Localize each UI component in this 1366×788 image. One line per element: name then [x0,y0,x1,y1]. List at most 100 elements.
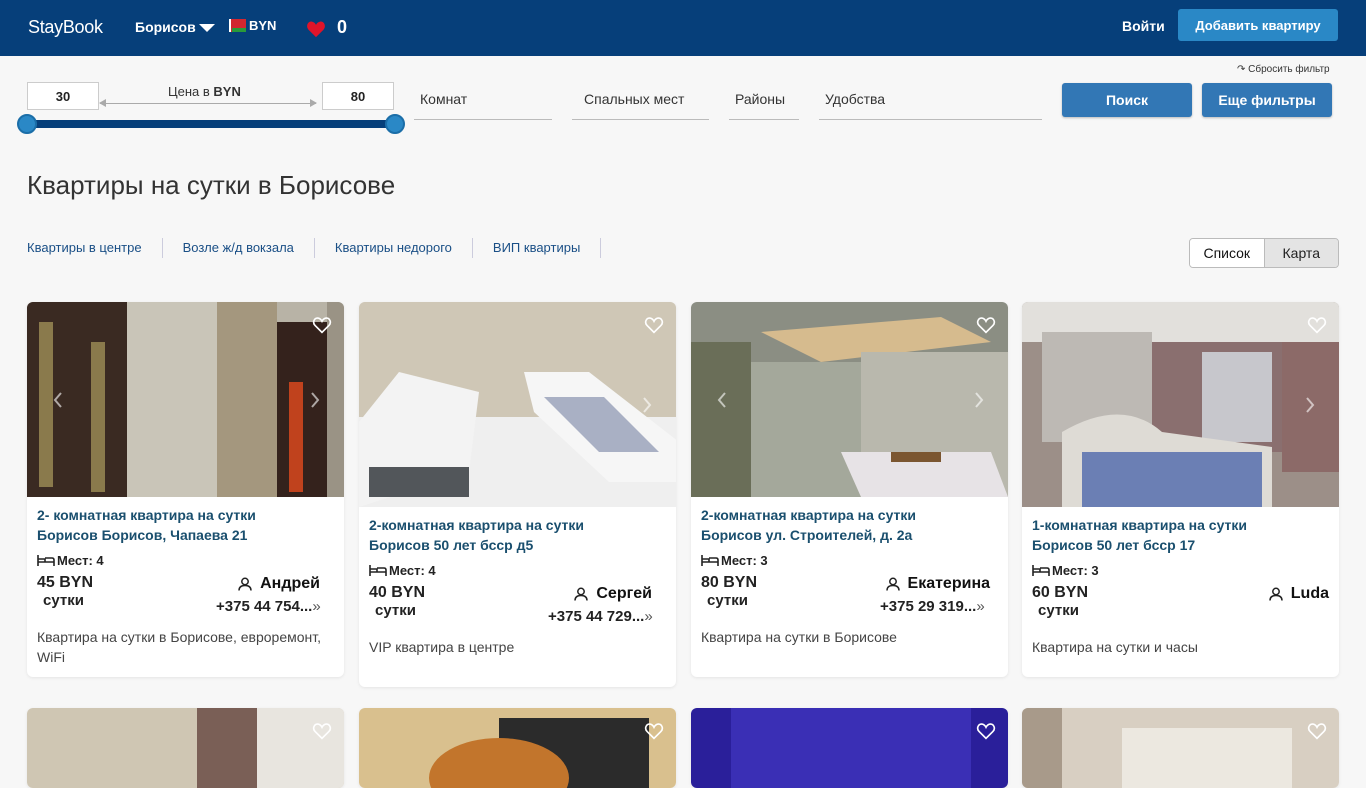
phone-text: +375 44 729... [548,608,645,625]
places-count: Мест: 3 [1022,561,1339,579]
price-slider-max-handle[interactable] [385,114,405,134]
list-view-button[interactable]: Список [1190,239,1265,267]
listing-title[interactable]: 2- комнатная квартира на сутки Борисов Б… [27,505,344,545]
owner-name-text: Екатерина [907,575,990,592]
next-photo-icon[interactable] [974,391,984,408]
listing-price: 40 BYN [369,584,426,601]
listing-title[interactable]: 1-комнатная квартира на сутки Борисов 50… [1022,515,1339,555]
view-toggle: Список Карта [1189,238,1339,268]
districts-filter[interactable]: Районы [729,80,799,120]
price-range-label: Цена в BYN [168,84,241,99]
price-period: сутки [1038,602,1079,619]
listing-photo-image[interactable] [1022,708,1339,788]
bed-icon [37,555,55,566]
quick-link-cheap[interactable]: Квартиры недорого [335,238,473,258]
site-logo[interactable]: StayBook [28,17,103,38]
price-slider-track[interactable] [27,120,395,128]
listing-photo-image[interactable] [359,708,676,788]
add-apartment-button[interactable]: Добавить квартиру [1178,9,1338,41]
listing-description: Квартира на сутки в Борисове [701,629,897,645]
chevron-right-double-icon[interactable]: » [644,608,652,625]
city-selector[interactable]: Борисов [135,19,196,35]
listing-photo[interactable] [691,302,1008,497]
next-photo-icon[interactable] [310,391,320,408]
owner-name: Екатерина [885,575,990,593]
listing-card[interactable] [691,708,1008,788]
price-label-prefix: Цена в [168,84,214,99]
heart-outline-icon[interactable] [644,316,664,334]
user-icon [885,577,900,591]
previous-photo-icon[interactable] [717,391,727,408]
heart-outline-icon[interactable] [312,316,332,334]
amenities-filter[interactable]: Удобства [819,80,1042,120]
listing-card[interactable] [1022,708,1339,788]
phone-text: +375 29 319... [880,598,977,615]
quick-link-vip[interactable]: ВИП квартиры [493,238,602,258]
favorites-count[interactable]: 0 [337,17,347,38]
listing-card[interactable]: 1-комнатная квартира на сутки Борисов 50… [1022,302,1339,677]
sleeping-places-filter[interactable]: Спальных мест [572,80,709,120]
belarus-flag-icon[interactable] [229,19,246,32]
price-label-currency: BYN [213,84,241,99]
places-text: Мест: 4 [57,552,104,568]
more-filters-button[interactable]: Еще фильтры [1202,83,1332,117]
price-period: сутки [375,602,416,619]
heart-icon[interactable] [306,20,326,38]
login-link[interactable]: Войти [1122,18,1165,34]
owner-name: Андрей [238,575,320,593]
next-photo-icon[interactable] [642,396,652,413]
listing-photo-image [1022,302,1339,507]
places-count: Мест: 3 [691,551,1008,569]
price-row: 80 BYN сутки Екатерина +375 29 319...» [691,573,1008,623]
map-view-button[interactable]: Карта [1264,239,1338,267]
reset-filter-link[interactable]: ↷ Сбросить фильтр [1237,64,1330,75]
heart-outline-icon[interactable] [1307,316,1327,334]
listing-photo-image[interactable] [691,708,1008,788]
user-icon [1269,587,1283,601]
listing-photo[interactable] [27,302,344,497]
price-slider-min-handle[interactable] [17,114,37,134]
listing-title-line1: 2-комнатная квартира на сутки [701,507,917,523]
owner-phone[interactable]: +375 29 319...» [880,598,985,615]
listing-photo-image [691,302,1008,497]
price-period: сутки [707,592,748,609]
price-min-input[interactable]: 30 [27,82,99,110]
listing-title-line1: 2- комнатная квартира на сутки [37,507,256,523]
owner-phone[interactable]: +375 44 729...» [548,608,653,625]
listing-title[interactable]: 2-комнатная квартира на сутки Борисов 50… [359,515,676,555]
listing-card[interactable]: 2-комнатная квартира на сутки Борисов 50… [359,302,676,687]
search-button[interactable]: Поиск [1062,83,1192,117]
caret-down-icon[interactable] [199,24,215,32]
heart-outline-icon[interactable] [976,316,996,334]
heart-outline-icon[interactable] [1307,722,1327,740]
listing-title[interactable]: 2-комнатная квартира на сутки Борисов ул… [691,505,1008,545]
bed-icon [369,565,387,576]
listing-card[interactable]: 2- комнатная квартира на сутки Борисов Б… [27,302,344,677]
listing-card[interactable] [27,708,344,788]
currency-selector[interactable]: BYN [249,18,276,33]
previous-photo-icon[interactable] [53,391,63,408]
price-max-input[interactable]: 80 [322,82,394,110]
listing-price: 60 BYN [1032,584,1089,601]
listing-photo[interactable] [359,302,676,507]
chevron-right-double-icon[interactable]: » [312,598,320,615]
heart-outline-icon[interactable] [312,722,332,740]
listing-photo[interactable] [1022,302,1339,507]
quick-link-center[interactable]: Квартиры в центре [27,238,163,258]
listing-card[interactable]: 2-комнатная квартира на сутки Борисов ул… [691,302,1008,677]
owner-phone[interactable]: +375 44 754...» [216,598,321,615]
listing-photo-image[interactable] [27,708,344,788]
heart-outline-icon[interactable] [644,722,664,740]
bed-icon [1032,565,1050,576]
chevron-right-double-icon[interactable]: » [976,598,984,615]
listing-title-line1: 1-комнатная квартира на сутки [1032,517,1248,533]
rooms-filter[interactable]: Комнат [414,80,552,120]
listing-title-line2: Борисов Борисов, Чапаева 21 [37,527,248,543]
quick-link-railway[interactable]: Возле ж/д вокзала [183,238,315,258]
listing-card[interactable] [359,708,676,788]
listing-title-line2: Борисов ул. Строителей, д. 2а [701,527,913,543]
next-photo-icon[interactable] [1305,396,1315,413]
places-text: Мест: 3 [721,552,768,568]
listing-price: 80 BYN [701,574,758,591]
heart-outline-icon[interactable] [976,722,996,740]
